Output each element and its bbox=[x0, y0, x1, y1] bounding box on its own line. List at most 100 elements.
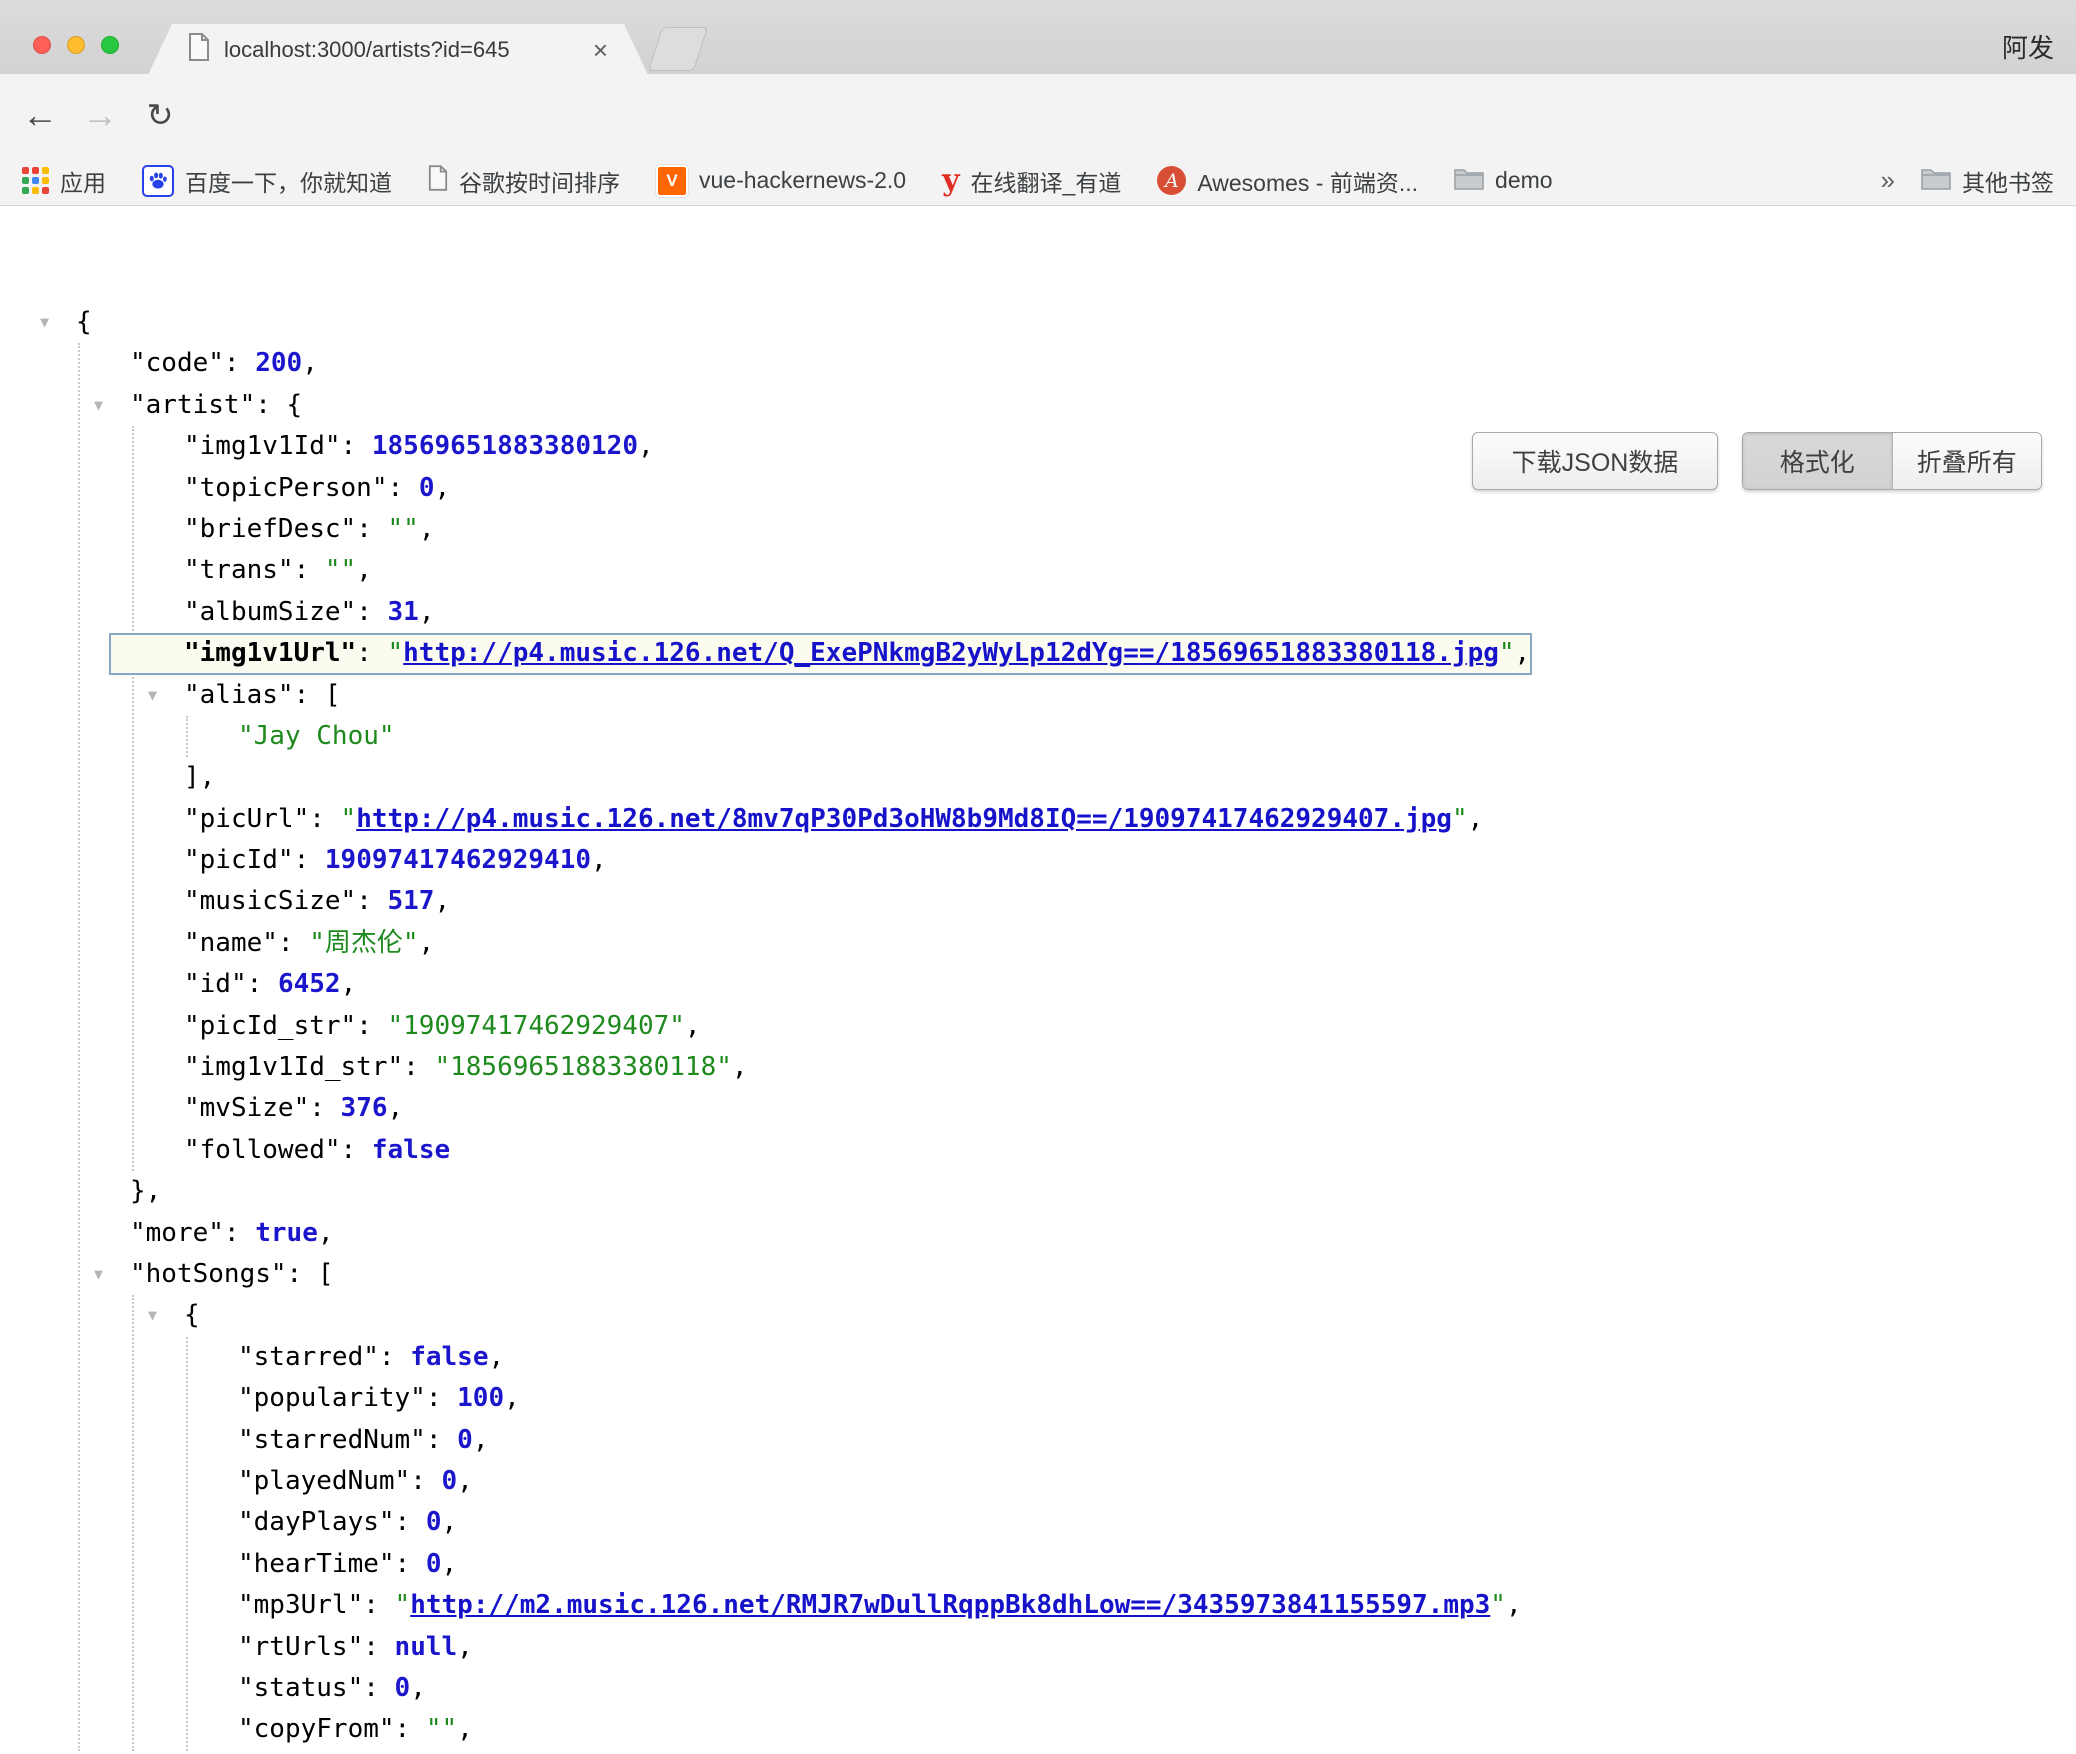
json-punctuation: : bbox=[224, 348, 255, 378]
bookmark-label: 百度一下，你就知道 bbox=[185, 164, 392, 198]
page-document-icon bbox=[188, 33, 210, 66]
collapse-toggle-icon[interactable]: ▼ bbox=[94, 1254, 103, 1295]
collapse-toggle-icon[interactable]: ▼ bbox=[148, 675, 157, 716]
json-line: ▼"alias": [ bbox=[184, 675, 1548, 716]
awesomes-a-icon: A bbox=[1157, 166, 1186, 195]
bookmark-demo-folder[interactable]: demo bbox=[1454, 166, 1553, 196]
json-line: ], bbox=[184, 757, 1548, 798]
document-icon bbox=[428, 165, 448, 197]
bookmarks-overflow-chevron[interactable]: » bbox=[1881, 165, 1895, 196]
json-line: "name": "周杰伦", bbox=[184, 923, 1548, 964]
json-string: " bbox=[388, 638, 404, 668]
json-punctuation: , bbox=[442, 1549, 458, 1579]
bookmarks-bar: 应用 百度一下，你就知道 谷歌按时间排序 V vue-hackernews-2.… bbox=[0, 156, 2076, 206]
json-key: "trans" bbox=[184, 555, 294, 585]
baidu-paw-icon bbox=[142, 165, 174, 197]
json-value: 19097417462929410 bbox=[325, 845, 591, 875]
other-bookmarks[interactable]: 其他书签 bbox=[1921, 164, 2054, 198]
json-punctuation: , bbox=[341, 969, 357, 999]
tab-title-fade bbox=[533, 35, 579, 65]
json-punctuation: : bbox=[341, 431, 372, 461]
json-punctuation: : bbox=[356, 886, 387, 916]
json-punctuation: : bbox=[426, 1425, 457, 1455]
json-punctuation: : bbox=[403, 1052, 434, 1082]
collapse-all-button[interactable]: 折叠所有 bbox=[1892, 433, 2042, 489]
json-key: "popularity" bbox=[238, 1383, 426, 1413]
json-punctuation: : bbox=[363, 1632, 394, 1662]
json-line: "picUrl": "http://p4.music.126.net/8mv7q… bbox=[184, 799, 1548, 840]
tab-close-icon[interactable]: × bbox=[593, 37, 608, 63]
json-punctuation: , bbox=[457, 1466, 473, 1496]
bookmark-label: 应用 bbox=[60, 164, 106, 198]
json-key: "code" bbox=[130, 348, 224, 378]
zoom-window-button[interactable] bbox=[101, 36, 119, 54]
json-line: ▼{ bbox=[184, 1295, 1548, 1336]
json-punctuation: : bbox=[294, 845, 325, 875]
bookmark-awesomes[interactable]: A Awesomes - 前端资... bbox=[1157, 164, 1418, 198]
tab-title: localhost:3000/artists?id=645 bbox=[224, 37, 510, 62]
json-punctuation: : bbox=[341, 1135, 372, 1165]
json-value: 376 bbox=[341, 1093, 388, 1123]
json-punctuation: : [ bbox=[287, 1259, 334, 1289]
json-key: "briefDesc" bbox=[184, 514, 356, 544]
json-children-group: ▼{"starred": false, "popularity": 100, "st… bbox=[132, 1295, 1548, 1750]
json-line: "briefDesc": "", bbox=[184, 509, 1548, 550]
json-value: 200 bbox=[255, 348, 302, 378]
json-line: ▼"artist": { bbox=[130, 385, 1548, 426]
json-string: " bbox=[341, 804, 357, 834]
json-punctuation: , bbox=[410, 1673, 426, 1703]
active-tab[interactable]: localhost:3000/artists?id=645 × bbox=[148, 24, 648, 75]
json-key: "copyFrom" bbox=[238, 1714, 395, 1744]
reload-button[interactable]: ↻ bbox=[138, 74, 182, 156]
json-value: 100 bbox=[457, 1383, 504, 1413]
bookmark-label: vue-hackernews-2.0 bbox=[699, 167, 906, 194]
json-key: "dayPlays" bbox=[238, 1507, 395, 1537]
json-key: "followed" bbox=[184, 1135, 341, 1165]
json-value: true bbox=[255, 1218, 318, 1248]
format-button[interactable]: 格式化 bbox=[1743, 433, 1892, 489]
json-punctuation: }, bbox=[130, 1176, 161, 1206]
json-key: "alias" bbox=[184, 680, 294, 710]
json-line: "dayPlays": 0, bbox=[238, 1502, 1548, 1543]
profile-name[interactable]: 阿发 bbox=[2002, 28, 2054, 65]
json-line: "more": true, bbox=[130, 1213, 1548, 1254]
json-line: "starred": false, bbox=[238, 1337, 1548, 1378]
json-url-link[interactable]: http://p4.music.126.net/Q_ExePNkmgB2yWyL… bbox=[403, 638, 1499, 668]
json-punctuation: ], bbox=[184, 762, 215, 792]
json-line: "musicSize": 517, bbox=[184, 881, 1548, 922]
bookmark-youdao[interactable]: y 在线翻译_有道 bbox=[942, 164, 1121, 198]
json-url-link[interactable]: http://p4.music.126.net/8mv7qP30Pd3oHW8b… bbox=[356, 804, 1452, 834]
json-value: 18569651883380120 bbox=[372, 431, 638, 461]
json-line: "copyFrom": "", bbox=[238, 1709, 1548, 1750]
json-value: 517 bbox=[388, 886, 435, 916]
close-window-button[interactable] bbox=[33, 36, 51, 54]
forward-button[interactable]: → bbox=[78, 74, 122, 156]
folder-icon bbox=[1454, 166, 1484, 196]
json-line: "topicPerson": 0, bbox=[184, 468, 1548, 509]
json-url-link[interactable]: http://m2.music.126.net/RMJR7wDullRqppBk… bbox=[410, 1590, 1490, 1620]
json-punctuation: : bbox=[247, 969, 278, 999]
bookmark-baidu[interactable]: 百度一下，你就知道 bbox=[142, 164, 392, 198]
view-mode-segmented-control: 格式化 折叠所有 bbox=[1742, 432, 2042, 490]
folder-icon bbox=[1921, 166, 1951, 196]
bookmark-google-sort[interactable]: 谷歌按时间排序 bbox=[428, 164, 620, 198]
collapse-toggle-icon[interactable]: ▼ bbox=[94, 385, 103, 426]
json-line: "starredNum": 0, bbox=[238, 1420, 1548, 1461]
json-line-selected: "img1v1Url": "http://p4.music.126.net/Q_… bbox=[109, 633, 1532, 674]
new-tab-button[interactable] bbox=[648, 27, 708, 71]
json-line: "code": 200, bbox=[130, 343, 1548, 384]
collapse-toggle-icon[interactable]: ▼ bbox=[40, 302, 49, 343]
json-key: "picUrl" bbox=[184, 804, 309, 834]
bookmark-vue-hackernews[interactable]: V vue-hackernews-2.0 bbox=[656, 165, 906, 197]
json-key: "artist" bbox=[130, 390, 255, 420]
other-bookmarks-label: 其他书签 bbox=[1962, 164, 2054, 198]
back-button[interactable]: ← bbox=[18, 74, 62, 156]
bookmark-apps[interactable]: 应用 bbox=[22, 164, 106, 198]
json-line: "rtUrls": null, bbox=[238, 1627, 1548, 1668]
vue-v-icon: V bbox=[656, 165, 688, 197]
minimize-window-button[interactable] bbox=[67, 36, 85, 54]
collapse-toggle-icon[interactable]: ▼ bbox=[148, 1295, 157, 1336]
tab-title-wrap: localhost:3000/artists?id=645 bbox=[224, 35, 579, 65]
json-punctuation: , bbox=[591, 845, 607, 875]
bookmark-label: 谷歌按时间排序 bbox=[459, 164, 620, 198]
